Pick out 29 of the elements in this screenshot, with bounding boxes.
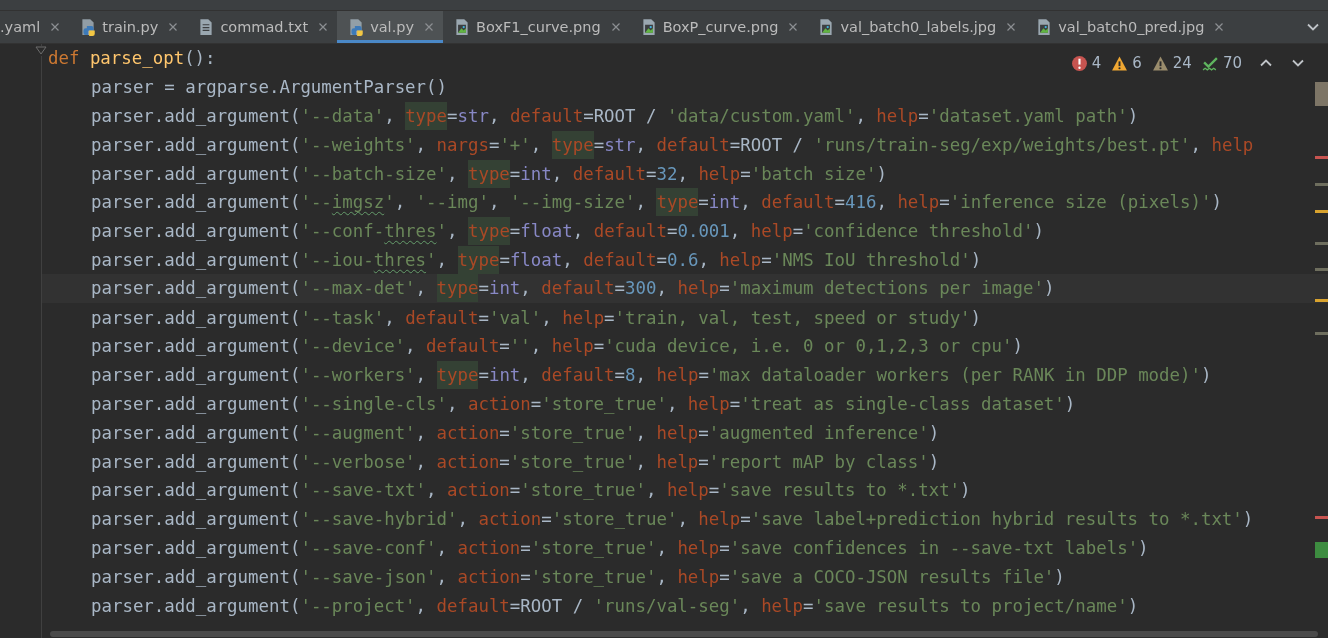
editor-tab[interactable]: .yaml [0, 11, 70, 43]
code-line: parser.add_argument('--device', default='', help='cuda device, i.e. 0 or 0,1,2,3 or cpu') [91, 336, 1023, 357]
code-line: parser.add_argument('--save-json', action='store_true', help='save a COCO-JSON results file') [91, 566, 1065, 587]
code-line: def parse_opt(): [48, 48, 216, 69]
editor-tab[interactable]: commad.txt [187, 11, 338, 43]
editor-tab[interactable]: val_batch0_labels.jpg [807, 11, 1026, 43]
code-line: parser.add_argument('--save-txt', action='store_true', help='save results to *.txt') [91, 480, 971, 501]
code-line: parser.add_argument('--save-hybrid', action='store_true', help='save label+prediction hybrid results to *.txt') [91, 509, 1254, 530]
code-line: parser.add_argument('--project', default=ROOT / 'runs/val-seg', help='save results to project/name') [91, 595, 1139, 616]
editor-tab[interactable]: BoxF1_curve.png [443, 11, 630, 43]
code-line: parser.add_argument('--task', default='val', help='train, val, test, speed or study') [91, 307, 982, 328]
editor-tab[interactable]: BoxP_curve.png [629, 11, 808, 43]
code-line: parser.add_argument('--verbose', action='store_true', help='report mAP by class') [91, 451, 940, 472]
inspection-counter[interactable]: 6 [1111, 54, 1142, 72]
editor-tab[interactable]: val.py [337, 11, 444, 43]
inspection-counter[interactable]: 4 [1070, 54, 1102, 72]
fold-marker-icon[interactable] [35, 46, 47, 56]
python-file-icon [347, 18, 366, 36]
code-line: parser.add_argument('--single-cls', action='store_true', help='treat as single-class dataset') [91, 393, 1076, 414]
inspection-counter[interactable]: 24 [1151, 54, 1192, 72]
code-line: parser.add_argument('--save-conf', action='store_true', help='save confidences in --save-txt labels') [91, 537, 1149, 558]
editor-tab[interactable]: train.py [69, 11, 188, 43]
horizontal-scrollbar[interactable] [50, 631, 1318, 637]
inspection-counter[interactable]: 70 [1201, 54, 1242, 72]
code-line: parser = argparse.ArgumentParser() [91, 77, 447, 98]
code-line: parser.add_argument('--augment', action='store_true', help='augmented inference') [91, 422, 940, 443]
editor-tab[interactable]: val_batch0_pred.jpg [1025, 11, 1234, 43]
error-icon [1070, 54, 1088, 72]
python-file-icon [79, 18, 98, 36]
